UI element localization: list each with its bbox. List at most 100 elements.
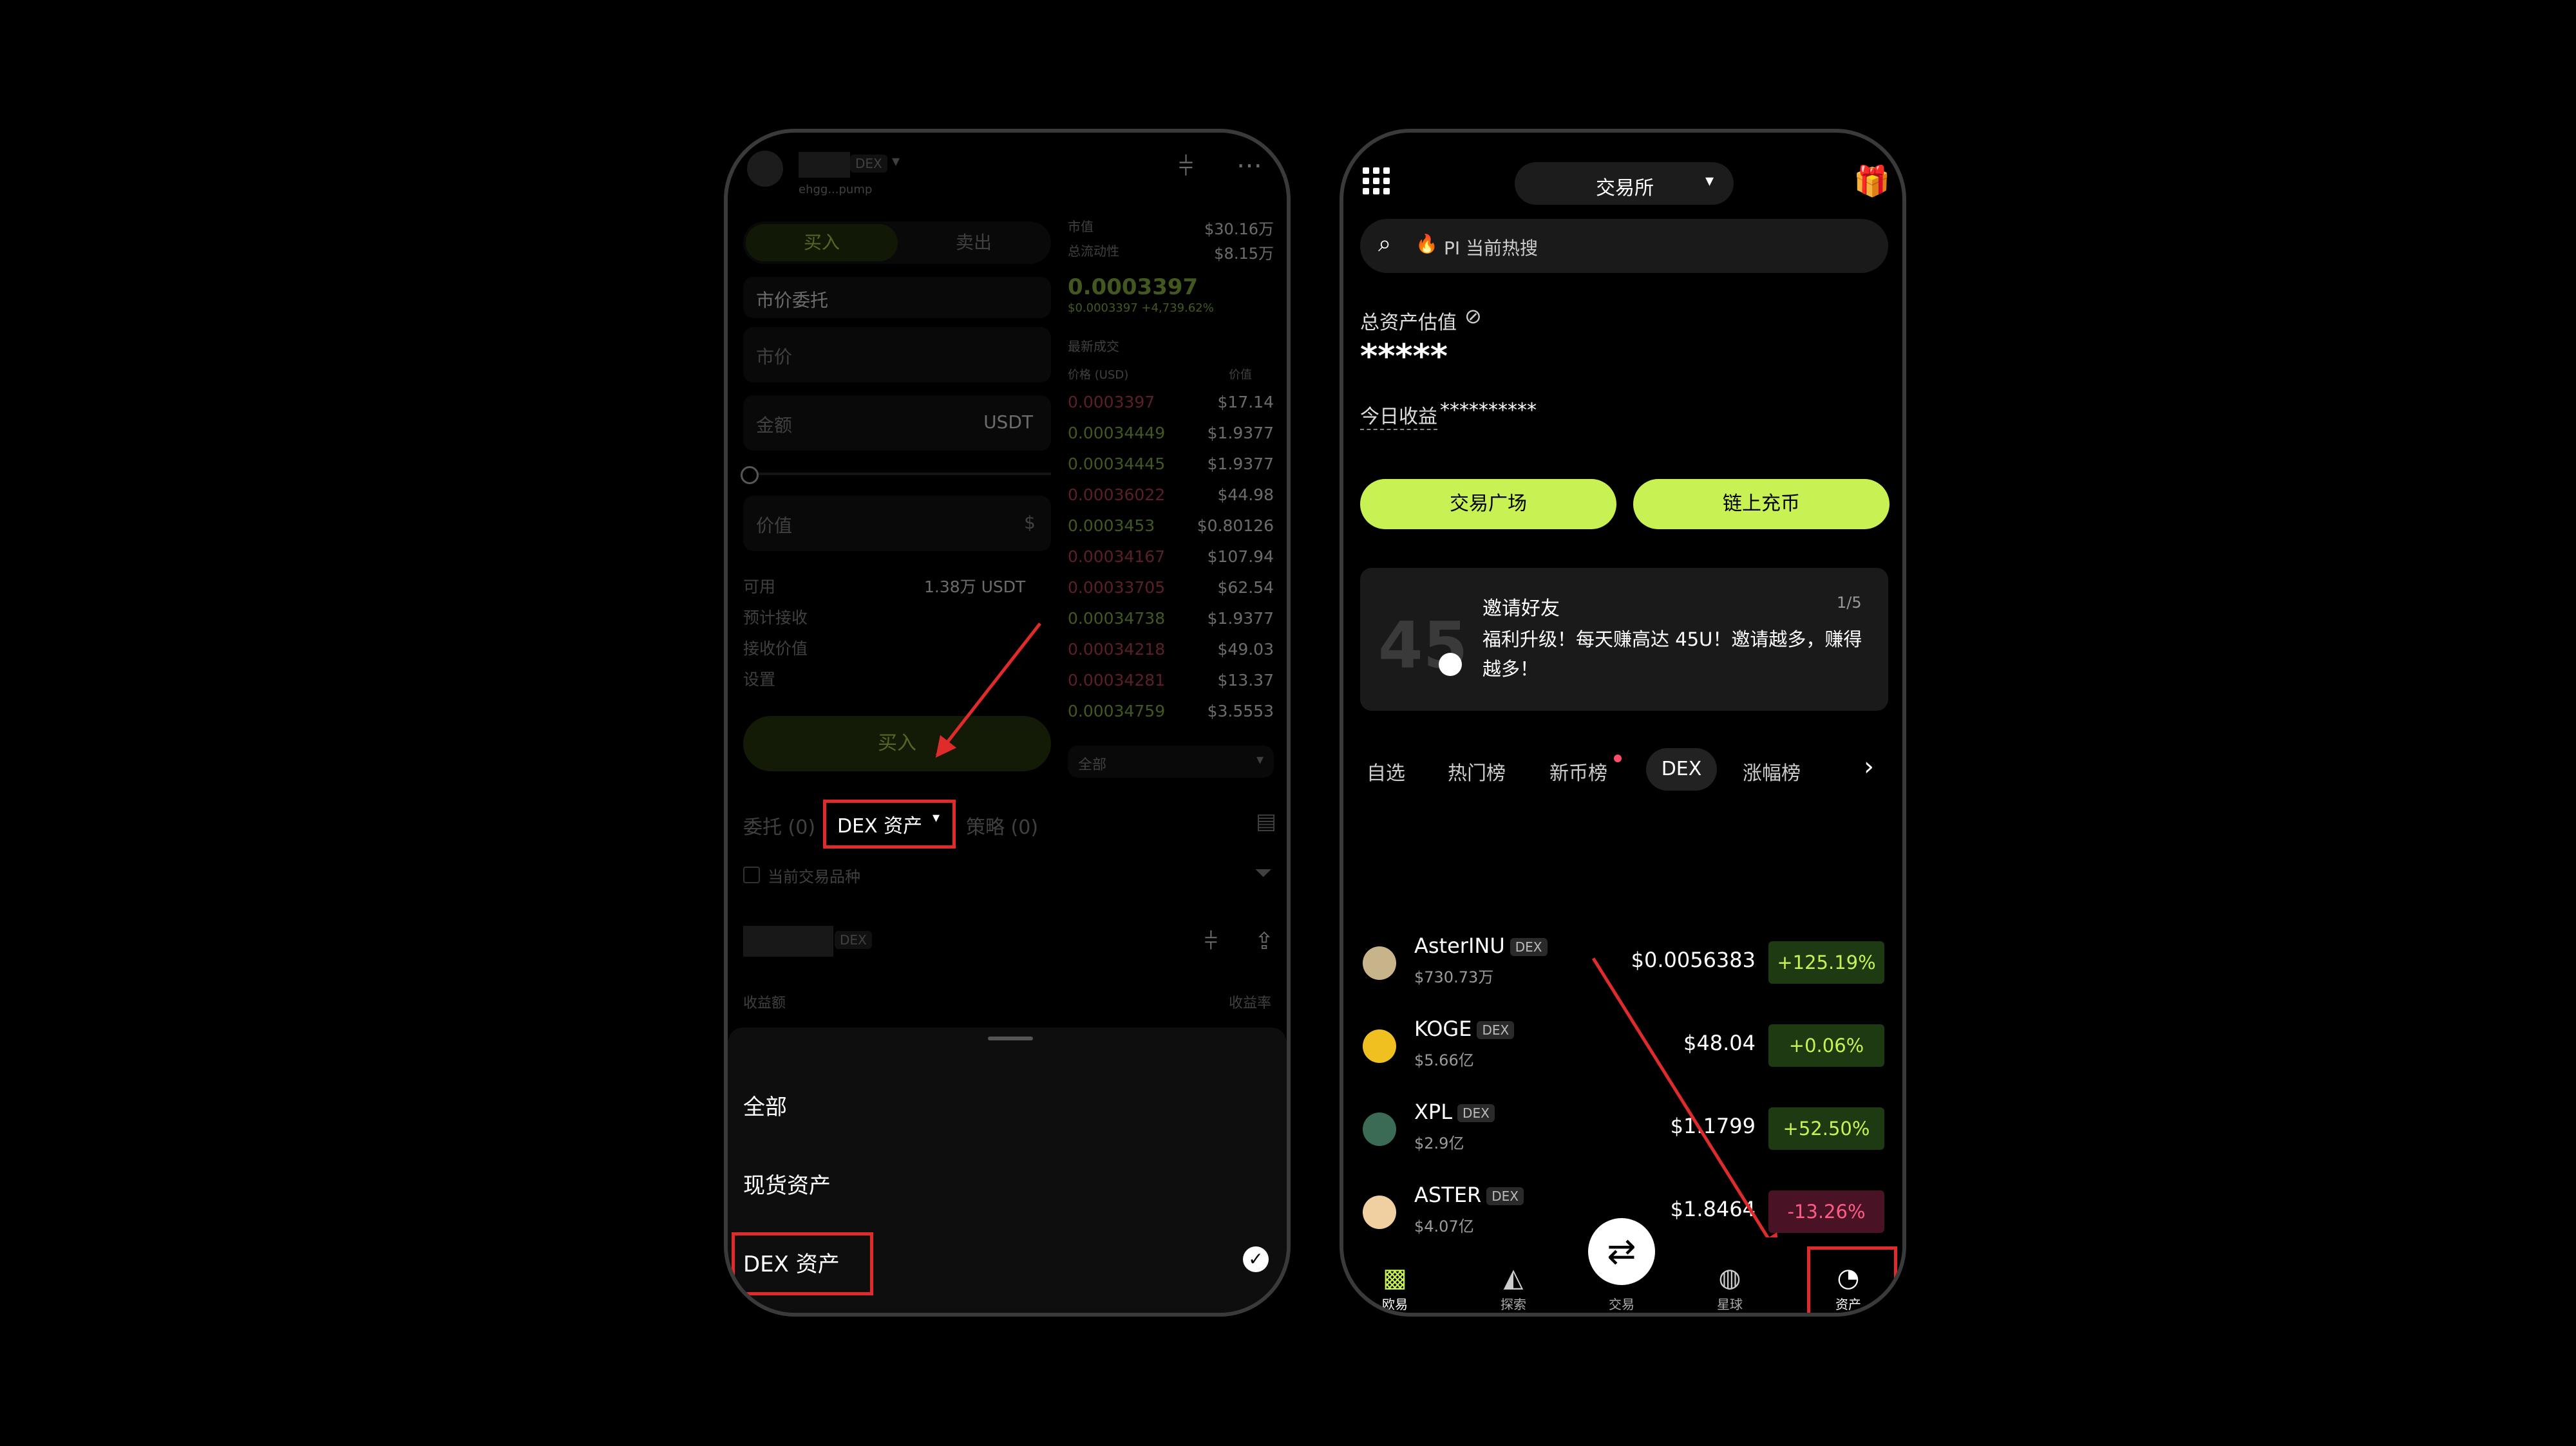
market-tab[interactable]: 涨幅榜 [1743, 757, 1801, 785]
coin-logo-icon [1363, 1113, 1396, 1146]
market-tab[interactable]: 新币榜 [1549, 757, 1607, 785]
search-input[interactable]: ⌕ 🔥 PI 当前热搜 [1360, 219, 1888, 273]
trade-row: 0.00036022 $44.98 [1068, 485, 1274, 516]
coin-change: +125.19% [1768, 941, 1884, 984]
price-input[interactable]: 市价 [743, 327, 1051, 382]
chevron-right-icon[interactable]: › [1864, 752, 1874, 782]
sell-tab[interactable]: 卖出 [898, 224, 1050, 261]
trade-price: 0.00034449 [1068, 424, 1166, 442]
sheet-item-dex[interactable]: DEX 资产 [743, 1246, 840, 1278]
filter-icon[interactable]: ⏷ [1255, 860, 1272, 886]
eye-off-icon[interactable]: ⊘ [1464, 304, 1482, 328]
dex-badge: DEX [835, 931, 872, 949]
trades-col-price: 价格 (USD) [1068, 368, 1129, 382]
nav-label: 探索 [1501, 1297, 1526, 1312]
trade-value: $1.9377 [1207, 455, 1274, 473]
tab-strategy[interactable]: 策略 (0) [966, 811, 1038, 840]
exchange-selector[interactable]: 交易所 ▾ [1515, 162, 1734, 205]
invite-card[interactable]: 45 邀请好友 1/5 福利升级！每天赚高达 45U！邀请越多，赚得越多！ [1360, 568, 1888, 711]
buy-tab[interactable]: 买入 [746, 224, 898, 261]
trade-value: $62.54 [1217, 578, 1274, 597]
tab-dex-assets[interactable]: DEX 资产 [837, 810, 922, 838]
dex-badge: DEX [1457, 1104, 1495, 1122]
trade-plaza-button[interactable]: 交易广场 [1360, 479, 1616, 529]
dex-badge: DEX [1486, 1187, 1524, 1205]
trade-row: 0.00034738 $1.9377 [1068, 609, 1274, 640]
trade-row: 0.00034445 $1.9377 [1068, 455, 1274, 485]
trades-list: 0.0003397 $17.14 0.00034449 $1.9377 0.000344… [1068, 393, 1274, 733]
invite-counter: 1/5 [1837, 594, 1862, 612]
trade-price: 0.00036022 [1068, 485, 1166, 504]
trade-price: 0.00034218 [1068, 640, 1166, 659]
amount-placeholder: 金额 [756, 415, 793, 436]
amount-input[interactable]: 金额 USDT [743, 395, 1051, 451]
invite-text: 福利升级！每天赚高达 45U！邀请越多，赚得越多！ [1482, 628, 1862, 680]
order-type-select[interactable]: 市价委托 [743, 277, 1051, 318]
gift-icon[interactable]: 🎁 [1853, 164, 1890, 199]
chevron-down-icon[interactable]: ▾ [892, 152, 900, 170]
value-placeholder: 价值 [756, 515, 793, 536]
trade-row: 0.0003453 $0.80126 [1068, 516, 1274, 547]
sheet-item-spot[interactable]: 现货资产 [743, 1168, 831, 1199]
nav-assets[interactable]: ◔ 资产 [1816, 1263, 1880, 1313]
more-icon[interactable]: ⋯ [1236, 151, 1262, 180]
value-input[interactable]: 价值 $ [743, 496, 1051, 551]
bottom-nav: ▩ 欧易 ◭ 探索 ⇄ 交易 ◍ 星球 ◔ 资产 [1343, 1218, 1902, 1313]
available-value: 1.38万 USDT [924, 577, 1026, 596]
sheet-item-all[interactable]: 全部 [743, 1089, 787, 1121]
nav-planet[interactable]: ◍ 星球 [1698, 1263, 1762, 1313]
coin-change: +0.06% [1768, 1024, 1884, 1067]
coin-market-cap: $5.66亿 [1414, 1051, 1474, 1069]
trade-screen-dimmed: DEX ▾ ehgg...pump ⫩ ⋯ 买入 卖出 市价委托 市价 金额 U… [728, 133, 1287, 1021]
trade-value: $1.9377 [1207, 609, 1274, 628]
invite-title: 邀请好友 [1482, 597, 1560, 620]
onchain-deposit-button[interactable]: 链上充币 [1633, 479, 1889, 529]
trade-row: 0.00034449 $1.9377 [1068, 424, 1274, 455]
order-type-label: 市价委托 [756, 290, 829, 311]
sheet-handle[interactable] [988, 1037, 1033, 1040]
market-tab[interactable]: 热门榜 [1448, 757, 1506, 785]
nav-explore[interactable]: ◭ 探索 [1481, 1263, 1546, 1313]
order-history-icon[interactable]: ▤ [1256, 809, 1276, 834]
trade-row: 0.00034281 $13.37 [1068, 671, 1274, 702]
dex-badge: DEX [1510, 938, 1548, 956]
market-tab-active[interactable]: DEX [1646, 748, 1717, 791]
menu-grid-icon[interactable] [1363, 167, 1391, 196]
pnl-label: 收益额 [743, 995, 786, 1011]
trade-row: 0.00034167 $107.94 [1068, 547, 1274, 578]
current-price: 0.0003397 [1068, 274, 1198, 300]
amount-unit[interactable]: USDT [983, 411, 1033, 433]
trade-swap-icon[interactable]: ⇄ [1588, 1218, 1655, 1285]
trades-col-value: 价值 [1229, 368, 1252, 382]
coin-row[interactable]: XPL DEX $2.9亿 $1.1799 +52.50% [1356, 1094, 1884, 1165]
coin-row[interactable]: KOGE DEX $5.66亿 $48.04 +0.06% [1356, 1011, 1884, 1082]
trade-price: 0.0003397 [1068, 393, 1155, 411]
buy-button[interactable]: 买入 [743, 716, 1051, 771]
price-placeholder: 市价 [756, 346, 793, 368]
today-pnl-label[interactable]: 今日收益 [1360, 400, 1437, 430]
trade-value: $13.37 [1217, 671, 1274, 690]
nav-label: 星球 [1717, 1297, 1743, 1312]
share-icon[interactable]: ⇪ [1255, 928, 1274, 955]
market-tab[interactable]: 自选 [1367, 757, 1405, 785]
trade-row: 0.00034218 $49.03 [1068, 640, 1274, 671]
coin-logo-icon [1363, 946, 1396, 980]
nav-label: 欧易 [1382, 1297, 1408, 1312]
trade-price: 0.00034759 [1068, 702, 1166, 720]
coin-row[interactable]: AsterINU DEX $730.73万 $0.0056383 +125.19% [1356, 928, 1884, 999]
current-pair-checkbox[interactable] [743, 867, 760, 883]
nav-okx[interactable]: ▩ 欧易 [1363, 1263, 1427, 1313]
slider-handle[interactable] [741, 466, 759, 484]
settings-label[interactable]: 设置 [743, 667, 775, 690]
chart-icon[interactable]: ⫩ [1179, 152, 1193, 182]
chevron-down-icon: ▾ [933, 810, 940, 826]
exchange-label: 交易所 [1596, 177, 1654, 200]
pie-chart-icon: ◔ [1837, 1263, 1860, 1293]
tab-orders[interactable]: 委托 (0) [743, 811, 815, 840]
stat-label: 市值 [1068, 219, 1094, 234]
explore-icon: ◭ [1503, 1263, 1524, 1293]
chart-icon[interactable]: ⫩ [1204, 928, 1218, 955]
trades-filter[interactable]: 全部 ▾ [1068, 746, 1274, 778]
amount-slider[interactable] [743, 473, 1051, 475]
fire-icon: 🔥 [1416, 233, 1438, 254]
